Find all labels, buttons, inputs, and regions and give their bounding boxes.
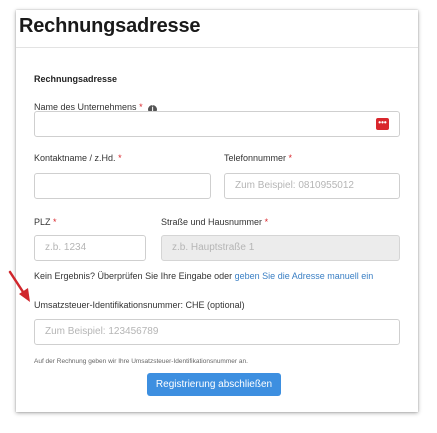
- annotation-arrow-icon: [8, 270, 30, 302]
- page-background: Rechnungsadresse Rechnungsadresse Name d…: [0, 0, 437, 433]
